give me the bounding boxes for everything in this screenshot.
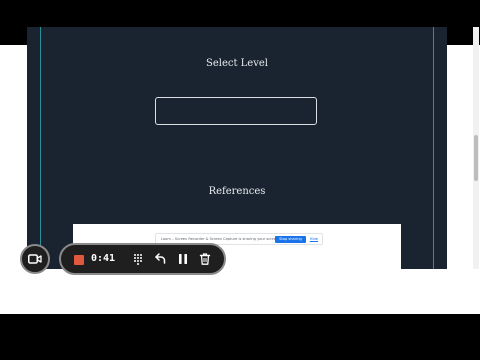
select-level-input[interactable] [155, 97, 317, 125]
select-level-heading: Select Level [205, 58, 268, 69]
camera-icon [28, 254, 42, 264]
scrollbar-thumb[interactable] [474, 135, 478, 181]
draw-icon[interactable] [131, 252, 145, 266]
screen-share-notice-text: Loom – Screen Recorder & Screen Capture … [161, 237, 276, 241]
recording-timer: 0:41 [91, 253, 116, 264]
references-heading: References [208, 186, 266, 197]
stop-recording-button[interactable] [74, 255, 84, 265]
pause-icon[interactable] [176, 252, 190, 266]
hide-notice-link[interactable]: Hide [310, 237, 318, 241]
trash-icon[interactable] [198, 252, 212, 266]
undo-icon[interactable] [153, 252, 167, 266]
camera-toggle-button[interactable] [20, 244, 50, 274]
stop-sharing-button[interactable]: Stop sharing [275, 235, 306, 243]
